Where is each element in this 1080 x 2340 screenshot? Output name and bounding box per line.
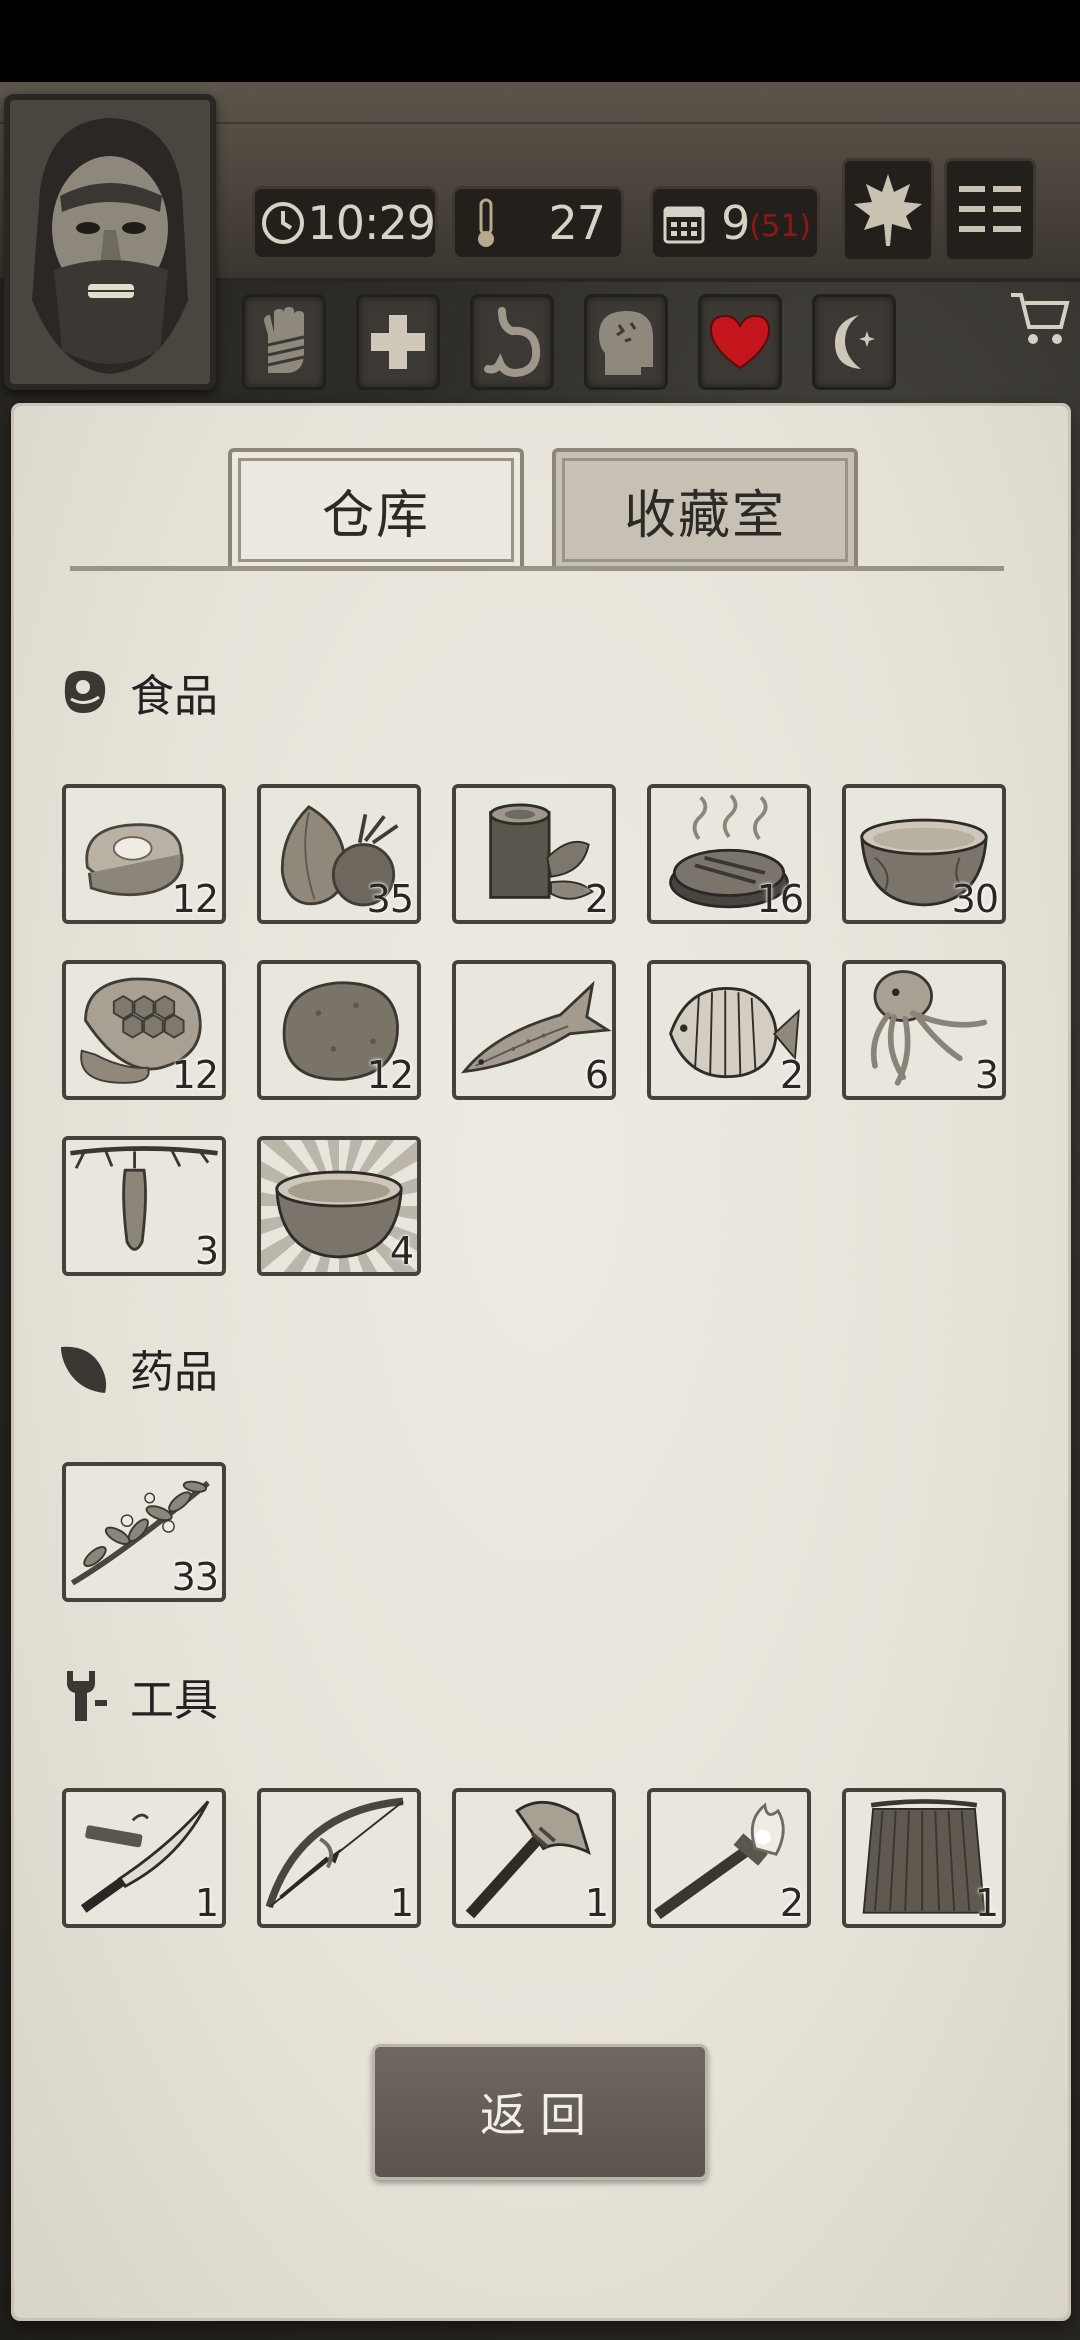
meat-icon bbox=[56, 664, 112, 720]
item-count: 1 bbox=[584, 1881, 609, 1925]
mind-status-icon[interactable] bbox=[584, 294, 668, 390]
item-slot-coconut-soup[interactable]: 30 bbox=[842, 784, 1006, 924]
moon-icon bbox=[835, 315, 875, 369]
calendar-icon bbox=[657, 196, 711, 250]
item-slot-tropical-fish[interactable]: 2 bbox=[647, 960, 811, 1100]
maple-leaf-icon bbox=[854, 174, 922, 246]
item-count: 1 bbox=[974, 1881, 999, 1925]
medicine-section-header: 药品 bbox=[56, 1332, 218, 1404]
menu-button[interactable] bbox=[944, 158, 1036, 262]
shopping-cart-icon bbox=[1011, 293, 1070, 344]
item-slot-torch[interactable]: 2 bbox=[647, 1788, 811, 1928]
food-section-header: 食品 bbox=[56, 656, 218, 728]
item-count: 1 bbox=[389, 1881, 414, 1925]
tools-section-title: 工具 bbox=[130, 1675, 218, 1726]
item-count: 2 bbox=[779, 1053, 804, 1097]
item-count: 3 bbox=[194, 1229, 219, 1273]
item-count: 16 bbox=[756, 877, 804, 921]
wrench-icon bbox=[56, 1668, 112, 1724]
time-display: 10:29 bbox=[252, 186, 438, 260]
item-count: 12 bbox=[171, 877, 219, 921]
item-slot-machete[interactable]: 1 bbox=[62, 1788, 226, 1928]
item-count: 3 bbox=[974, 1053, 999, 1097]
shop-cart-button[interactable] bbox=[1004, 282, 1076, 354]
item-slot-hanging-fruit[interactable]: 3 bbox=[62, 1136, 226, 1276]
item-count: 2 bbox=[779, 1881, 804, 1925]
item-count: 12 bbox=[171, 1053, 219, 1097]
item-slot-herb-branch[interactable]: 33 bbox=[62, 1462, 226, 1602]
love-status-icon[interactable] bbox=[698, 294, 782, 390]
tools-section-header: 工具 bbox=[56, 1660, 218, 1732]
item-slot-raw-meat[interactable]: 12 bbox=[62, 784, 226, 924]
item-slot-squid[interactable]: 3 bbox=[842, 960, 1006, 1100]
leaf-icon bbox=[56, 1340, 112, 1396]
temperature-display: 27 bbox=[452, 186, 624, 260]
tab-collection-room[interactable]: 收藏室 bbox=[552, 448, 858, 568]
menu-icon bbox=[959, 186, 1021, 232]
item-slot-special-bowl[interactable]: 4 bbox=[257, 1136, 421, 1276]
item-count: 35 bbox=[366, 877, 414, 921]
item-slot-log-herb[interactable]: 2 bbox=[452, 784, 616, 924]
day-value: 9 bbox=[721, 196, 750, 250]
head-mind-icon bbox=[599, 311, 653, 375]
health-cross-icon bbox=[371, 315, 425, 369]
item-slot-honeycomb[interactable]: 12 bbox=[62, 960, 226, 1100]
thermometer-icon bbox=[459, 196, 513, 250]
item-slot-fish[interactable]: 6 bbox=[452, 960, 616, 1100]
caveman-face-icon bbox=[10, 100, 210, 384]
system-status-bar bbox=[0, 0, 1080, 82]
character-portrait[interactable] bbox=[4, 94, 216, 390]
item-count: 12 bbox=[366, 1053, 414, 1097]
tab-warehouse[interactable]: 仓库 bbox=[228, 448, 524, 568]
game-screen: 10:29 27 9 (51) 仓库 收藏室 食品 12 35 2 16 30 … bbox=[0, 0, 1080, 2340]
clock-icon bbox=[259, 196, 307, 250]
item-slot-grass-skirt[interactable]: 1 bbox=[842, 1788, 1006, 1928]
temperature-value: 27 bbox=[548, 196, 606, 250]
health-status-icon[interactable] bbox=[356, 294, 440, 390]
item-slot-stone-axe[interactable]: 1 bbox=[452, 1788, 616, 1928]
item-count: 33 bbox=[171, 1555, 219, 1599]
crafting-leaf-button[interactable] bbox=[842, 158, 934, 262]
item-slot-coconut[interactable]: 35 bbox=[257, 784, 421, 924]
food-section-title: 食品 bbox=[130, 671, 218, 722]
item-slot-potato[interactable]: 12 bbox=[257, 960, 421, 1100]
item-slot-bow[interactable]: 1 bbox=[257, 1788, 421, 1928]
item-slot-cooked-meat[interactable]: 16 bbox=[647, 784, 811, 924]
item-count: 1 bbox=[194, 1881, 219, 1925]
item-count: 2 bbox=[584, 877, 609, 921]
day-counter: 9 (51) bbox=[650, 186, 820, 260]
heart-icon bbox=[709, 314, 771, 370]
tab-divider bbox=[70, 566, 1004, 571]
day-total: (51) bbox=[749, 208, 811, 244]
time-value: 10:29 bbox=[307, 196, 436, 250]
item-count: 4 bbox=[389, 1229, 414, 1273]
injury-status-icon[interactable] bbox=[242, 294, 326, 390]
item-count: 6 bbox=[584, 1053, 609, 1097]
hand-bandage-icon bbox=[264, 307, 305, 373]
item-count: 30 bbox=[951, 877, 999, 921]
back-button[interactable]: 返回 bbox=[372, 2044, 708, 2180]
hunger-status-icon[interactable] bbox=[470, 294, 554, 390]
stomach-icon bbox=[484, 307, 541, 377]
sleep-status-icon[interactable] bbox=[812, 294, 896, 390]
medicine-section-title: 药品 bbox=[130, 1347, 218, 1398]
